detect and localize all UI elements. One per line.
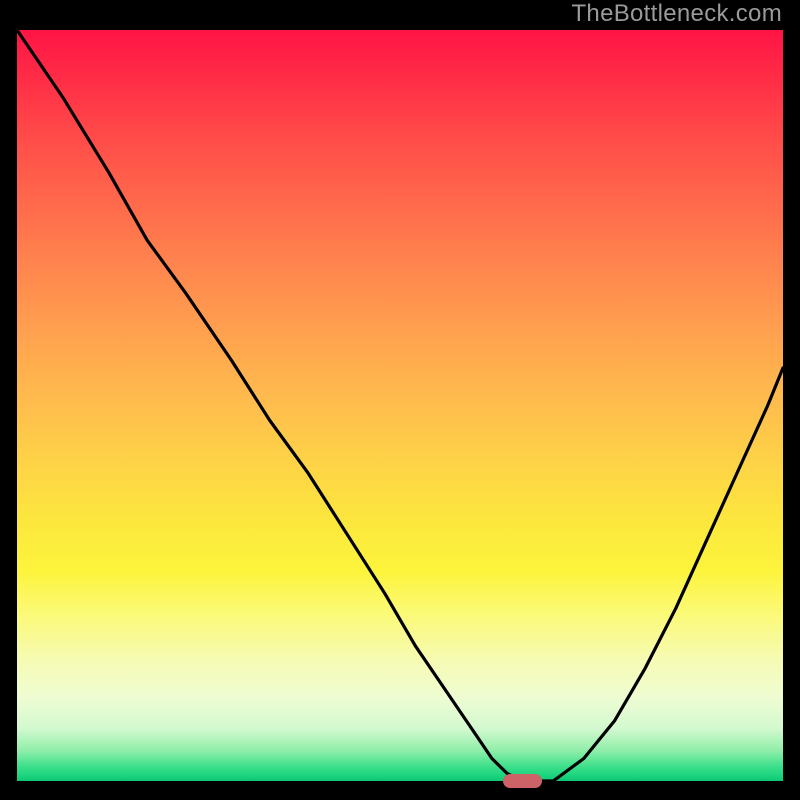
optimum-marker: [503, 774, 543, 788]
chart-frame: TheBottleneck.com: [0, 0, 800, 800]
bottleneck-curve: [17, 30, 783, 781]
watermark-text: TheBottleneck.com: [571, 0, 782, 28]
plot-area: [17, 30, 783, 781]
curve-path: [17, 30, 783, 781]
